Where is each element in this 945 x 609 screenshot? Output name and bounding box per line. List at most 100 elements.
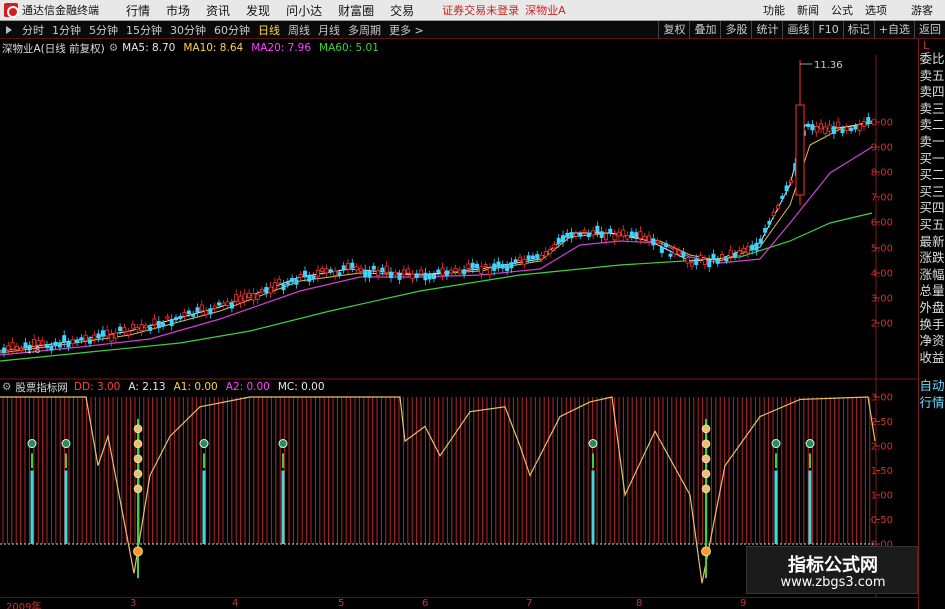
candle-body <box>324 268 329 274</box>
right-menu-item[interactable]: 公式 <box>825 2 859 18</box>
sidebar-item[interactable]: 委比 <box>919 51 945 68</box>
candle-body <box>2 347 7 354</box>
chart-tool-button[interactable]: 叠加 <box>689 20 720 39</box>
settings-gear-icon[interactable]: ⚙ <box>109 42 118 54</box>
menu-item[interactable]: 问小达 <box>278 2 330 19</box>
chart-canvas[interactable]: 10.009.008.007.006.005.004.003.002.0011.… <box>0 55 918 597</box>
period-toolbar: 分时 1分钟 5分钟 15分钟 30分钟 60分钟 日线 周线 月线 多周期 更多 > 复权 叠加 多股… <box>0 20 945 39</box>
period-tab[interactable]: 多周期 <box>344 22 385 38</box>
candle-body <box>281 284 286 291</box>
period-tab[interactable]: 15分钟 <box>122 22 166 38</box>
candle-body <box>806 123 811 127</box>
date-tick: 7 <box>526 598 533 609</box>
candle-body <box>40 340 45 346</box>
trade-login-status[interactable]: 证券交易未登录 <box>442 2 519 18</box>
indicator-header: ⚙ 股票指标网 DD: 3.00 A: 2.13 A1: 0.00 A2: 0.00 M… <box>2 380 333 394</box>
sidebar-item[interactable]: 卖一 <box>919 134 945 151</box>
sidebar-item[interactable]: 涨跌 <box>919 250 945 267</box>
candle-body <box>836 121 841 128</box>
date-tick: 9 <box>740 598 747 609</box>
candle-body <box>6 345 11 351</box>
candle-body <box>341 265 346 271</box>
coin-icon <box>701 424 711 434</box>
menu-item[interactable]: 资讯 <box>198 2 238 19</box>
main-chart-header: 深物业A(日线 前复权) ⚙ MA5: 8.70 MA10: 8.64 MA20: … <box>2 41 387 55</box>
candle-body <box>186 310 191 315</box>
right-sidebar: L 委比 卖五 卖四 卖三 卖二 卖一 买一 买二 买三 买四 买五 最新 涨跌 涨幅 总量 外盘 换手 净资 收益… <box>918 39 945 609</box>
indicator-tick-label: 2.00 <box>871 442 893 453</box>
date-tick: 2009年 <box>6 602 42 609</box>
candle-body <box>711 253 716 260</box>
menu-item[interactable]: 行情 <box>118 2 158 19</box>
sidebar-item[interactable]: 净资 <box>919 333 945 350</box>
right-menu-item[interactable]: 新闻 <box>791 2 825 18</box>
sidebar-item[interactable]: 买一 <box>919 151 945 168</box>
candle-body <box>208 308 213 315</box>
right-menu-item[interactable]: 功能 <box>757 2 791 18</box>
menu-item[interactable]: 市场 <box>158 2 198 19</box>
sidebar-item[interactable]: 卖五 <box>919 68 945 85</box>
chart-tool-button[interactable]: 统计 <box>751 20 782 39</box>
period-tab[interactable]: 月线 <box>314 22 344 38</box>
candle-body <box>509 262 514 269</box>
period-tab[interactable]: 日线 <box>254 22 284 38</box>
play-icon[interactable] <box>6 25 12 34</box>
period-tab[interactable]: 1分钟 <box>48 22 85 38</box>
sidebar-item[interactable]: 卖三 <box>919 101 945 118</box>
sidebar-item[interactable]: 收益 <box>919 350 945 367</box>
signal-marker-icon <box>278 439 288 449</box>
candle-body <box>629 231 634 237</box>
candle-body <box>763 228 768 233</box>
indicator-tick-label: 2.50 <box>871 417 893 428</box>
indicator-value: A1: 0.00 <box>173 381 218 393</box>
candle-body <box>216 302 221 306</box>
chart-tool-button[interactable]: 返回 <box>914 20 945 39</box>
right-menu-item[interactable]: 选项 <box>859 2 893 18</box>
chart-tool-button[interactable]: +自选 <box>873 20 914 39</box>
candle-body <box>655 240 660 244</box>
period-tabs: 分时 1分钟 5分钟 15分钟 30分钟 60分钟 日线 周线 月线 多周期 更多 > <box>18 22 428 38</box>
watermark-title: 指标公式网 <box>788 555 878 576</box>
sidebar-bottom-item[interactable]: 自动 <box>919 378 945 395</box>
candle-body <box>733 253 738 258</box>
candle-body <box>664 243 669 248</box>
candle-body <box>651 238 656 246</box>
sidebar-item[interactable]: 买四 <box>919 200 945 217</box>
watermark: 指标公式网 www.zbgs3.com <box>746 546 918 594</box>
sidebar-item[interactable]: 最新 <box>919 234 945 251</box>
sidebar-item[interactable]: 买三 <box>919 184 945 201</box>
sidebar-bottom-item[interactable]: 行情 <box>919 395 945 412</box>
menu-item[interactable]: 交易 <box>382 2 422 19</box>
period-tab[interactable]: 5分钟 <box>85 22 122 38</box>
sidebar-item[interactable]: 卖四 <box>919 84 945 101</box>
period-tab[interactable]: 60分钟 <box>210 22 254 38</box>
candle-body <box>857 124 862 131</box>
chart-tool-button[interactable]: 复权 <box>658 20 689 39</box>
period-tab[interactable]: 30分钟 <box>166 22 210 38</box>
settings-gear-icon[interactable]: ⚙ <box>2 381 11 393</box>
candle-body <box>487 267 492 275</box>
current-stock-tag[interactable]: 深物业A <box>525 2 566 18</box>
sidebar-item[interactable]: 卖二 <box>919 117 945 134</box>
menu-item[interactable]: 财富圈 <box>330 2 382 19</box>
period-tab[interactable]: 周线 <box>284 22 314 38</box>
sidebar-item[interactable]: 换手 <box>919 317 945 334</box>
candle-body <box>290 277 295 283</box>
sidebar-item[interactable]: 涨幅 <box>919 267 945 284</box>
user-guest-button[interactable]: 游客 <box>899 2 945 18</box>
period-tab[interactable]: 更多 > <box>385 22 428 38</box>
period-tab[interactable]: 分时 <box>18 22 48 38</box>
chart-tool-button[interactable]: 多股 <box>720 20 751 39</box>
sidebar-item[interactable]: 买五 <box>919 217 945 234</box>
candle-body <box>479 266 484 274</box>
chart-tool-button[interactable]: 标记 <box>842 20 874 39</box>
menu-item[interactable]: 发现 <box>238 2 278 19</box>
candle-body <box>161 322 166 327</box>
candle-body <box>264 287 269 294</box>
chart-tool-button[interactable]: 画线 <box>782 20 813 39</box>
sidebar-item[interactable]: 总量 <box>919 283 945 300</box>
chart-tool-button[interactable]: F10 <box>813 20 842 39</box>
candle-body <box>414 273 419 278</box>
sidebar-item[interactable]: 买二 <box>919 167 945 184</box>
sidebar-item[interactable]: 外盘 <box>919 300 945 317</box>
